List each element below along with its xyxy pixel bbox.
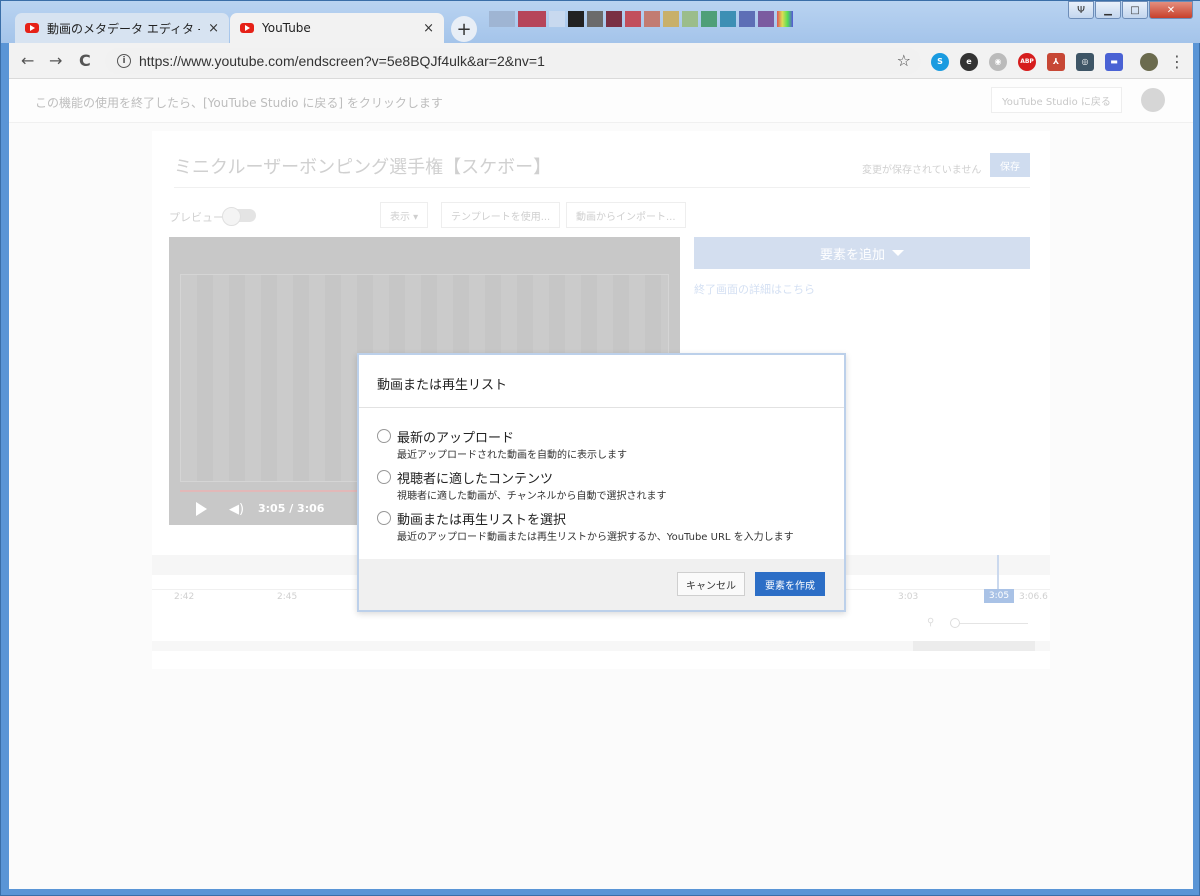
abp-icon[interactable]: ABP bbox=[1018, 52, 1036, 71]
player-time: 3:05 / 3:06 bbox=[258, 502, 325, 515]
pdf-icon[interactable]: ⅄ bbox=[1047, 52, 1065, 71]
swatch bbox=[549, 11, 565, 27]
tab-close-button[interactable]: × bbox=[208, 21, 219, 36]
window-controls: Ψ ▁ □ ✕ bbox=[1067, 1, 1193, 19]
avatar[interactable] bbox=[1141, 88, 1165, 112]
close-window-button[interactable]: ✕ bbox=[1149, 1, 1193, 19]
swatch bbox=[489, 11, 515, 27]
skype-icon[interactable]: S bbox=[931, 52, 949, 71]
preview-label: プレビュー bbox=[169, 211, 224, 224]
cancel-button[interactable]: キャンセル bbox=[677, 572, 745, 596]
tab-label: YouTube bbox=[262, 21, 311, 35]
new-tab-button[interactable]: + bbox=[451, 16, 477, 42]
import-from-video-button[interactable]: 動画からインポート... bbox=[566, 202, 686, 228]
swatch bbox=[701, 11, 717, 27]
bookmark-star-icon[interactable]: ☆ bbox=[897, 51, 911, 70]
create-element-button[interactable]: 要素を作成 bbox=[755, 572, 825, 596]
option-description: 最近のアップロード動画または再生リストから選択するか、YouTube URL を… bbox=[397, 532, 794, 543]
option-description: 視聴者に適した動画が、チャンネルから自動で選択されます bbox=[397, 491, 667, 502]
timeline-scrollbar-thumb[interactable] bbox=[913, 641, 1035, 651]
caret-down-icon bbox=[892, 250, 904, 256]
address-bar[interactable]: i https://www.youtube.com/endscreen?v=5e… bbox=[105, 48, 921, 74]
e-icon[interactable]: e bbox=[960, 52, 978, 71]
use-template-button[interactable]: テンプレートを使用... bbox=[441, 202, 561, 228]
youtube-icon bbox=[25, 23, 39, 33]
browser-toolbar: ← → C i https://www.youtube.com/endscree… bbox=[9, 43, 1193, 79]
swatch bbox=[625, 11, 641, 27]
add-element-button[interactable]: 要素を追加 bbox=[694, 237, 1030, 269]
divider bbox=[174, 187, 1030, 188]
volume-icon[interactable]: ◀) bbox=[229, 502, 244, 517]
swatch bbox=[777, 11, 793, 27]
timeline-tick: 3:06.6 bbox=[1019, 592, 1048, 602]
playhead-time: 3:05 bbox=[984, 589, 1014, 603]
swatch bbox=[720, 11, 736, 27]
tab-close-button[interactable]: × bbox=[423, 21, 434, 36]
swatch bbox=[739, 11, 755, 27]
back-button[interactable]: ← bbox=[21, 51, 34, 70]
minimize-button[interactable]: ▁ bbox=[1095, 1, 1121, 19]
tab-youtube[interactable]: YouTube × bbox=[230, 13, 444, 43]
swatch bbox=[518, 11, 546, 27]
add-element-label: 要素を追加 bbox=[819, 247, 885, 263]
swatch bbox=[663, 11, 679, 27]
option-label: 最新のアップロード bbox=[397, 431, 515, 446]
eye-icon[interactable]: ◎ bbox=[1076, 52, 1094, 71]
info-icon[interactable]: i bbox=[117, 54, 131, 68]
timeline-tick: 3:03 bbox=[898, 592, 919, 602]
zoom-icon: ⚲ bbox=[927, 617, 935, 628]
video-title: ミニクルーザーボンピング選手権【スケボー】 bbox=[174, 157, 552, 178]
preview-toggle[interactable] bbox=[222, 207, 256, 226]
option-description: 最近アップロードされた動画を自動的に表示します bbox=[397, 450, 627, 461]
title-bar: 動画のメタデータ エディタ - Yo × YouTube × + bbox=[1, 1, 1200, 43]
show-dropdown[interactable]: 表示 ▾ bbox=[380, 202, 429, 228]
swatch bbox=[682, 11, 698, 27]
dialog-footer: キャンセル 要素を作成 bbox=[359, 559, 844, 610]
timeline-tick: 2:45 bbox=[277, 592, 298, 602]
swatch bbox=[644, 11, 660, 27]
option-label: 動画または再生リストを選択 bbox=[397, 513, 567, 528]
menu-icon[interactable]: ⋮ bbox=[1169, 52, 1185, 71]
swatch bbox=[606, 11, 622, 27]
studio-topbar: この機能の使用を終了したら、[YouTube Studio に戻る] をクリック… bbox=[9, 79, 1193, 123]
forward-button[interactable]: → bbox=[49, 51, 62, 70]
option-label: 視聴者に適したコンテンツ bbox=[397, 472, 554, 487]
color-swatch-strip bbox=[489, 11, 796, 27]
timeline-tick: 2:42 bbox=[174, 592, 195, 602]
chat-icon[interactable]: ▬ bbox=[1105, 52, 1123, 71]
url-text[interactable]: https://www.youtube.com/endscreen?v=5e8B… bbox=[139, 53, 545, 69]
youtube-icon bbox=[240, 23, 254, 33]
divider bbox=[359, 407, 844, 408]
save-button[interactable]: 保存 bbox=[990, 153, 1030, 177]
radio-button[interactable] bbox=[377, 511, 391, 525]
endscreen-details-link[interactable]: 終了画面の詳細はこちら bbox=[694, 281, 815, 297]
zoom-slider-handle[interactable] bbox=[950, 618, 960, 628]
unsaved-status: 変更が保存されていません bbox=[862, 165, 982, 176]
ghost-icon[interactable]: ◉ bbox=[989, 52, 1007, 71]
swatch bbox=[758, 11, 774, 27]
video-or-playlist-dialog: 動画または再生リスト 最新のアップロード 最近アップロードされた動画を自動的に表… bbox=[357, 353, 846, 612]
swatch bbox=[568, 11, 584, 27]
profile-icon[interactable] bbox=[1140, 52, 1158, 71]
tab-metadata-editor[interactable]: 動画のメタデータ エディタ - Yo × bbox=[15, 13, 229, 43]
play-icon[interactable] bbox=[196, 502, 207, 516]
reload-button[interactable]: C bbox=[79, 51, 91, 70]
back-to-studio-button[interactable]: YouTube Studio に戻る bbox=[991, 87, 1122, 113]
user-icon[interactable]: Ψ bbox=[1068, 1, 1094, 19]
dialog-title: 動画または再生リスト bbox=[377, 378, 508, 393]
extension-icons: S e ◉ ABP ⅄ ◎ ▬ ⋮ bbox=[931, 52, 1185, 71]
studio-message: この機能の使用を終了したら、[YouTube Studio に戻る] をクリック… bbox=[35, 96, 443, 110]
zoom-slider[interactable] bbox=[952, 623, 1028, 624]
swatch bbox=[587, 11, 603, 27]
maximize-button[interactable]: □ bbox=[1122, 1, 1148, 19]
radio-button[interactable] bbox=[377, 429, 391, 443]
playhead[interactable] bbox=[997, 555, 999, 589]
tab-label: 動画のメタデータ エディタ - Yo bbox=[47, 21, 200, 36]
radio-button[interactable] bbox=[377, 470, 391, 484]
